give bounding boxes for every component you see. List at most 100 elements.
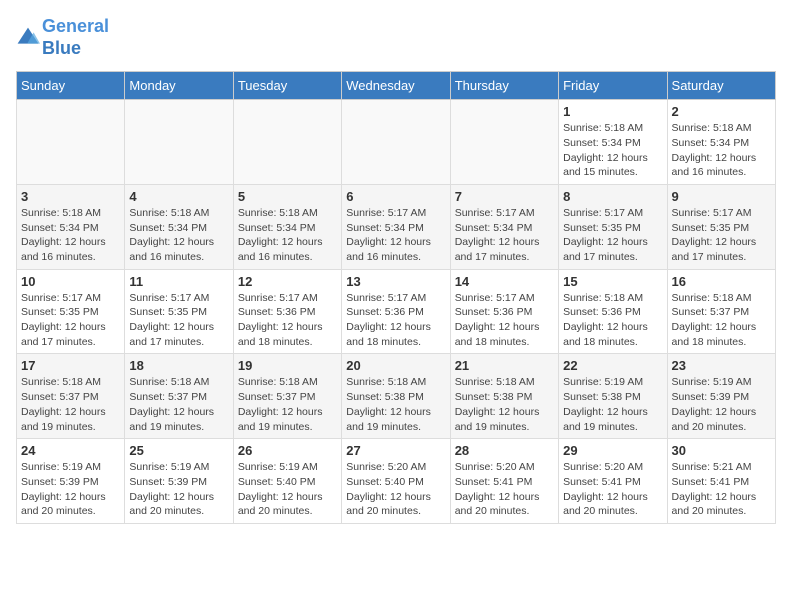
- week-row-3: 10 Sunrise: 5:17 AM Sunset: 5:35 PM Dayli…: [17, 269, 776, 354]
- day-info: Sunrise: 5:21 AM Sunset: 5:41 PM Dayligh…: [672, 460, 771, 519]
- calendar-cell: 6 Sunrise: 5:17 AM Sunset: 5:34 PM Daylig…: [342, 184, 450, 269]
- calendar-cell: 10 Sunrise: 5:17 AM Sunset: 5:35 PM Dayli…: [17, 269, 125, 354]
- weekday-saturday: Saturday: [667, 72, 775, 100]
- day-number: 26: [238, 443, 337, 458]
- calendar-cell: 25Sunrise: 5:19 AM Sunset: 5:39 PM Dayli…: [125, 439, 233, 524]
- day-info: Sunrise: 5:18 AM Sunset: 5:36 PM Dayligh…: [563, 291, 662, 350]
- day-number: 6: [346, 189, 445, 204]
- day-info: Sunrise: 5:18 AM Sunset: 5:38 PM Dayligh…: [455, 375, 554, 434]
- weekday-monday: Monday: [125, 72, 233, 100]
- calendar-cell: [450, 100, 558, 185]
- calendar-cell: 26 Sunrise: 5:19 AM Sunset: 5:40 PM Dayli…: [233, 439, 341, 524]
- logo: General Blue: [16, 16, 109, 59]
- day-info: Sunrise: 5:19 AM Sunset: 5:39 PM Dayligh…: [21, 460, 120, 519]
- day-number: 12: [238, 274, 337, 289]
- day-info: Sunrise: 5:17 AM Sunset: 5:35 PM Dayligh…: [21, 291, 120, 350]
- day-number: 11: [129, 274, 228, 289]
- calendar-cell: [17, 100, 125, 185]
- calendar-cell: 8Sunrise: 5:17 AM Sunset: 5:35 PM Daylig…: [559, 184, 667, 269]
- calendar-cell: 19Sunrise: 5:18 AM Sunset: 5:37 PM Dayli…: [233, 354, 341, 439]
- day-info: Sunrise: 5:17 AM Sunset: 5:35 PM Dayligh…: [672, 206, 771, 265]
- day-number: 18: [129, 358, 228, 373]
- day-info: Sunrise: 5:18 AM Sunset: 5:37 PM Dayligh…: [672, 291, 771, 350]
- day-number: 30: [672, 443, 771, 458]
- day-number: 13: [346, 274, 445, 289]
- calendar-cell: 27 Sunrise: 5:20 AM Sunset: 5:40 PM Dayli…: [342, 439, 450, 524]
- day-info: Sunrise: 5:18 AM Sunset: 5:34 PM Dayligh…: [563, 121, 662, 180]
- day-number: 28: [455, 443, 554, 458]
- day-info: Sunrise: 5:18 AM Sunset: 5:34 PM Dayligh…: [672, 121, 771, 180]
- weekday-sunday: Sunday: [17, 72, 125, 100]
- day-info: Sunrise: 5:18 AM Sunset: 5:37 PM Dayligh…: [129, 375, 228, 434]
- day-number: 5: [238, 189, 337, 204]
- day-number: 21: [455, 358, 554, 373]
- week-row-4: 17 Sunrise: 5:18 AM Sunset: 5:37 PM Dayli…: [17, 354, 776, 439]
- calendar-cell: 22Sunrise: 5:19 AM Sunset: 5:38 PM Dayli…: [559, 354, 667, 439]
- day-info: Sunrise: 5:19 AM Sunset: 5:39 PM Dayligh…: [672, 375, 771, 434]
- calendar-cell: 21 Sunrise: 5:18 AM Sunset: 5:38 PM Dayli…: [450, 354, 558, 439]
- calendar-cell: 4 Sunrise: 5:18 AM Sunset: 5:34 PM Daylig…: [125, 184, 233, 269]
- day-number: 2: [672, 104, 771, 119]
- calendar-cell: 14 Sunrise: 5:17 AM Sunset: 5:36 PM Dayli…: [450, 269, 558, 354]
- day-info: Sunrise: 5:19 AM Sunset: 5:40 PM Dayligh…: [238, 460, 337, 519]
- day-number: 29: [563, 443, 662, 458]
- day-info: Sunrise: 5:17 AM Sunset: 5:36 PM Dayligh…: [455, 291, 554, 350]
- day-info: Sunrise: 5:20 AM Sunset: 5:41 PM Dayligh…: [563, 460, 662, 519]
- weekday-friday: Friday: [559, 72, 667, 100]
- calendar-cell: 30 Sunrise: 5:21 AM Sunset: 5:41 PM Dayli…: [667, 439, 775, 524]
- day-info: Sunrise: 5:17 AM Sunset: 5:36 PM Dayligh…: [346, 291, 445, 350]
- day-number: 9: [672, 189, 771, 204]
- day-number: 16: [672, 274, 771, 289]
- calendar-cell: 9 Sunrise: 5:17 AM Sunset: 5:35 PM Daylig…: [667, 184, 775, 269]
- page-header: General Blue: [16, 16, 776, 59]
- day-info: Sunrise: 5:17 AM Sunset: 5:34 PM Dayligh…: [346, 206, 445, 265]
- day-number: 24: [21, 443, 120, 458]
- logo-icon: [16, 26, 40, 50]
- calendar-cell: 29 Sunrise: 5:20 AM Sunset: 5:41 PM Dayli…: [559, 439, 667, 524]
- weekday-wednesday: Wednesday: [342, 72, 450, 100]
- day-info: Sunrise: 5:20 AM Sunset: 5:40 PM Dayligh…: [346, 460, 445, 519]
- calendar-cell: 2 Sunrise: 5:18 AM Sunset: 5:34 PM Daylig…: [667, 100, 775, 185]
- day-number: 1: [563, 104, 662, 119]
- calendar-cell: 16 Sunrise: 5:18 AM Sunset: 5:37 PM Dayli…: [667, 269, 775, 354]
- day-number: 23: [672, 358, 771, 373]
- week-row-2: 3 Sunrise: 5:18 AM Sunset: 5:34 PM Daylig…: [17, 184, 776, 269]
- calendar-cell: 24 Sunrise: 5:19 AM Sunset: 5:39 PM Dayli…: [17, 439, 125, 524]
- weekday-tuesday: Tuesday: [233, 72, 341, 100]
- calendar-cell: 13 Sunrise: 5:17 AM Sunset: 5:36 PM Dayli…: [342, 269, 450, 354]
- day-number: 19: [238, 358, 337, 373]
- day-info: Sunrise: 5:20 AM Sunset: 5:41 PM Dayligh…: [455, 460, 554, 519]
- day-number: 10: [21, 274, 120, 289]
- day-number: 4: [129, 189, 228, 204]
- calendar-cell: 3 Sunrise: 5:18 AM Sunset: 5:34 PM Daylig…: [17, 184, 125, 269]
- day-info: Sunrise: 5:18 AM Sunset: 5:34 PM Dayligh…: [21, 206, 120, 265]
- calendar-body: 1 Sunrise: 5:18 AM Sunset: 5:34 PM Daylig…: [17, 100, 776, 524]
- calendar-cell: 23 Sunrise: 5:19 AM Sunset: 5:39 PM Dayli…: [667, 354, 775, 439]
- day-number: 27: [346, 443, 445, 458]
- day-info: Sunrise: 5:18 AM Sunset: 5:37 PM Dayligh…: [21, 375, 120, 434]
- day-info: Sunrise: 5:17 AM Sunset: 5:34 PM Dayligh…: [455, 206, 554, 265]
- weekday-thursday: Thursday: [450, 72, 558, 100]
- calendar-cell: [233, 100, 341, 185]
- calendar-cell: 12Sunrise: 5:17 AM Sunset: 5:36 PM Dayli…: [233, 269, 341, 354]
- calendar-cell: [342, 100, 450, 185]
- weekday-header-row: SundayMondayTuesdayWednesdayThursdayFrid…: [17, 72, 776, 100]
- week-row-1: 1 Sunrise: 5:18 AM Sunset: 5:34 PM Daylig…: [17, 100, 776, 185]
- day-number: 3: [21, 189, 120, 204]
- logo-text: General Blue: [42, 16, 109, 59]
- calendar-cell: 1 Sunrise: 5:18 AM Sunset: 5:34 PM Daylig…: [559, 100, 667, 185]
- day-number: 15: [563, 274, 662, 289]
- day-info: Sunrise: 5:19 AM Sunset: 5:38 PM Dayligh…: [563, 375, 662, 434]
- calendar: SundayMondayTuesdayWednesdayThursdayFrid…: [16, 71, 776, 524]
- day-info: Sunrise: 5:17 AM Sunset: 5:35 PM Dayligh…: [129, 291, 228, 350]
- day-number: 25: [129, 443, 228, 458]
- day-number: 14: [455, 274, 554, 289]
- week-row-5: 24 Sunrise: 5:19 AM Sunset: 5:39 PM Dayli…: [17, 439, 776, 524]
- day-number: 17: [21, 358, 120, 373]
- day-info: Sunrise: 5:18 AM Sunset: 5:38 PM Dayligh…: [346, 375, 445, 434]
- day-info: Sunrise: 5:18 AM Sunset: 5:34 PM Dayligh…: [238, 206, 337, 265]
- calendar-cell: 17 Sunrise: 5:18 AM Sunset: 5:37 PM Dayli…: [17, 354, 125, 439]
- calendar-cell: 5 Sunrise: 5:18 AM Sunset: 5:34 PM Daylig…: [233, 184, 341, 269]
- day-info: Sunrise: 5:18 AM Sunset: 5:34 PM Dayligh…: [129, 206, 228, 265]
- day-info: Sunrise: 5:17 AM Sunset: 5:35 PM Dayligh…: [563, 206, 662, 265]
